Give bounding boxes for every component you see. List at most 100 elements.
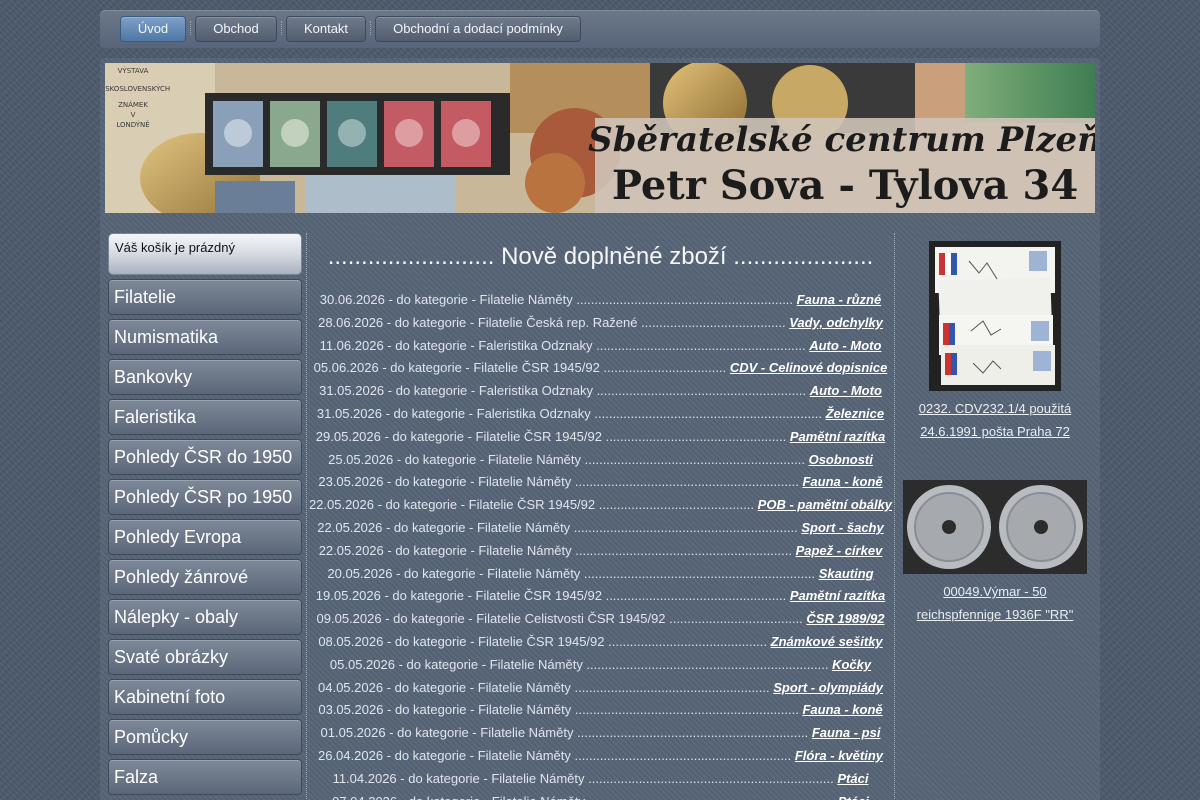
news-row-category-link[interactable]: Fauna - různé bbox=[797, 292, 882, 307]
product-link-cdv232[interactable]: 0232. CDV232.1/4 použitá 24.6.1991 pošta… bbox=[900, 397, 1090, 443]
news-row-category-link[interactable]: Vady, odchylky bbox=[789, 315, 883, 330]
news-row: 11.06.2026 - do kategorie - Faleristika … bbox=[307, 335, 894, 358]
news-row-category-link[interactable]: Fauna - psi bbox=[812, 725, 881, 740]
nav-separator bbox=[190, 21, 192, 35]
sidebar-item-numismatika[interactable]: Numismatika bbox=[108, 319, 302, 355]
nav-obchod[interactable]: Obchod bbox=[195, 16, 277, 42]
svg-text:VÝSTAVA: VÝSTAVA bbox=[118, 66, 149, 75]
news-row-text: 04.05.2026 - do kategorie - Filatelie Ná… bbox=[318, 679, 770, 695]
news-row-category-link[interactable]: POB - pamětní obálky bbox=[758, 497, 892, 512]
news-row-text: 19.05.2026 - do kategorie - Filatelie ČS… bbox=[315, 588, 787, 604]
news-row-text: 29.05.2026 - do kategorie - Filatelie ČS… bbox=[315, 428, 787, 444]
svg-text:ČESKOSLOVENSKÝCH: ČESKOSLOVENSKÝCH bbox=[105, 84, 170, 93]
news-row-text: 31.05.2026 - do kategorie - Faleristika … bbox=[316, 405, 822, 421]
svg-text:LONDÝNĚ: LONDÝNĚ bbox=[116, 120, 149, 129]
news-row-category-link[interactable]: Ptáci bbox=[838, 794, 869, 800]
sidebar-item-filatelie[interactable]: Filatelie bbox=[108, 279, 302, 315]
sidebar-item-pomucky[interactable]: Pomůcky bbox=[108, 719, 302, 755]
sidebar-item-svate-obrazky[interactable]: Svaté obrázky bbox=[108, 639, 302, 675]
news-row-text: 25.05.2026 - do kategorie - Filatelie Ná… bbox=[328, 451, 805, 467]
nav-obchodni-podminky[interactable]: Obchodní a dodací podmínky bbox=[375, 16, 581, 42]
news-row: 11.04.2026 - do kategorie - Filatelie Ná… bbox=[307, 768, 894, 791]
svg-text:ZNÁMEK: ZNÁMEK bbox=[118, 100, 148, 109]
sidebar-item-falza[interactable]: Falza bbox=[108, 759, 302, 795]
top-navigation: Úvod Obchod Kontakt Obchodní a dodací po… bbox=[100, 10, 1100, 48]
news-row: 29.05.2026 - do kategorie - Filatelie ČS… bbox=[307, 426, 894, 449]
news-row-category-link[interactable]: Pamětní razítka bbox=[790, 429, 885, 444]
nav-separator bbox=[370, 21, 372, 35]
news-row: 05.06.2026 - do kategorie - Filatelie ČS… bbox=[307, 357, 894, 380]
news-row-category-link[interactable]: ČSR 1989/92 bbox=[806, 611, 884, 626]
news-row: 19.05.2026 - do kategorie - Filatelie ČS… bbox=[307, 585, 894, 608]
cart-status: Váš košík je prázdný bbox=[108, 233, 302, 275]
news-row: 26.04.2026 - do kategorie - Filatelie Ná… bbox=[307, 745, 894, 768]
news-row: 05.05.2026 - do kategorie - Filatelie Ná… bbox=[307, 654, 894, 677]
sidebar-item-pohledy-zanrove[interactable]: Pohledy žánrové bbox=[108, 559, 302, 595]
news-row-category-link[interactable]: Sport - olympiády bbox=[773, 680, 883, 695]
news-row: 30.06.2026 - do kategorie - Filatelie Ná… bbox=[307, 289, 894, 312]
news-row-category-link[interactable]: Známkové sešitky bbox=[771, 634, 883, 649]
sidebar-item-bankovky[interactable]: Bankovky bbox=[108, 359, 302, 395]
news-row-category-link[interactable]: Skauting bbox=[819, 566, 874, 581]
news-row: 04.05.2026 - do kategorie - Filatelie Ná… bbox=[307, 677, 894, 700]
news-row-text: 26.04.2026 - do kategorie - Filatelie Ná… bbox=[317, 747, 792, 763]
news-row-category-link[interactable]: Papež - církev bbox=[796, 543, 883, 558]
sidebar: Váš košík je prázdný Filatelie Numismati… bbox=[108, 233, 302, 795]
news-row: 22.05.2026 - do kategorie - Filatelie Ná… bbox=[307, 540, 894, 563]
news-list: 30.06.2026 - do kategorie - Filatelie Ná… bbox=[307, 289, 894, 800]
news-row-category-link[interactable]: Fauna - koně bbox=[802, 474, 882, 489]
news-row-category-link[interactable]: Železnice bbox=[826, 406, 885, 421]
nav-separator bbox=[281, 21, 283, 35]
news-row-category-link[interactable]: Auto - Moto bbox=[810, 383, 882, 398]
sidebar-item-faleristika[interactable]: Faleristika bbox=[108, 399, 302, 435]
news-row-text: 11.06.2026 - do kategorie - Faleristika … bbox=[319, 337, 806, 353]
product-image-postcards[interactable] bbox=[929, 241, 1061, 391]
banner-title: Sběratelské centrum Plzeň bbox=[588, 120, 1095, 160]
main-content: ......................... Nově doplněné … bbox=[306, 233, 895, 800]
news-row: 31.05.2026 - do kategorie - Faleristika … bbox=[307, 380, 894, 403]
news-row: 03.05.2026 - do kategorie - Filatelie Ná… bbox=[307, 699, 894, 722]
news-row: 01.05.2026 - do kategorie - Filatelie Ná… bbox=[307, 722, 894, 745]
news-row: 23.05.2026 - do kategorie - Filatelie Ná… bbox=[307, 471, 894, 494]
news-row-category-link[interactable]: Sport - šachy bbox=[801, 520, 883, 535]
news-row-text: 22.05.2026 - do kategorie - Filatelie Ná… bbox=[318, 542, 792, 558]
news-row: 08.05.2026 - do kategorie - Filatelie ČS… bbox=[307, 631, 894, 654]
news-row-text: 05.06.2026 - do kategorie - Filatelie ČS… bbox=[313, 360, 727, 376]
product-link-vymar[interactable]: 00049.Výmar - 50 reichspfennige 1936F "R… bbox=[900, 580, 1090, 626]
news-row: 25.05.2026 - do kategorie - Filatelie Ná… bbox=[307, 449, 894, 472]
news-row-category-link[interactable]: Fauna - koně bbox=[802, 702, 882, 717]
page-title: ......................... Nově doplněné … bbox=[327, 243, 874, 270]
news-row: 28.06.2026 - do kategorie - Filatelie Če… bbox=[307, 312, 894, 335]
news-row-category-link[interactable]: Kočky bbox=[832, 657, 871, 672]
product-image-coins[interactable] bbox=[903, 480, 1087, 574]
news-row-category-link[interactable]: Osobnosti bbox=[809, 452, 873, 467]
news-row-text: 01.05.2026 - do kategorie - Filatelie Ná… bbox=[320, 725, 809, 741]
news-row-category-link[interactable]: Flóra - květiny bbox=[795, 748, 883, 763]
news-row-text: 23.05.2026 - do kategorie - Filatelie Ná… bbox=[318, 474, 799, 490]
featured-products: 0232. CDV232.1/4 použitá 24.6.1991 pošta… bbox=[900, 233, 1090, 626]
nav-uvod[interactable]: Úvod bbox=[120, 16, 186, 42]
news-row-text: 22.05.2026 - do kategorie - Filatelie ČS… bbox=[308, 497, 755, 513]
nav-kontakt[interactable]: Kontakt bbox=[286, 16, 366, 42]
news-row-text: 22.05.2026 - do kategorie - Filatelie Ná… bbox=[317, 519, 798, 535]
sidebar-item-pohledy-evropa[interactable]: Pohledy Evropa bbox=[108, 519, 302, 555]
sidebar-item-kabinetni-foto[interactable]: Kabinetní foto bbox=[108, 679, 302, 715]
header-banner[interactable]: VÝSTAVA ČESKOSLOVENSKÝCH ZNÁMEK V LONDÝN… bbox=[105, 63, 1095, 213]
news-row-text: 28.06.2026 - do kategorie - Filatelie Če… bbox=[318, 314, 786, 330]
news-row-text: 11.04.2026 - do kategorie - Filatelie Ná… bbox=[332, 770, 834, 786]
news-row-text: 05.05.2026 - do kategorie - Filatelie Ná… bbox=[329, 656, 829, 672]
sidebar-item-pohledy-csr-do-1950[interactable]: Pohledy ČSR do 1950 bbox=[108, 439, 302, 475]
news-row-category-link[interactable]: Ptáci bbox=[837, 771, 868, 786]
sidebar-item-nalepky-obaly[interactable]: Nálepky - obaly bbox=[108, 599, 302, 635]
news-row-category-link[interactable]: Pamětní razítka bbox=[790, 588, 885, 603]
news-row-category-link[interactable]: Auto - Moto bbox=[809, 338, 881, 353]
news-row-category-link[interactable]: CDV - Celinové dopisnice bbox=[730, 360, 887, 375]
news-row-text: 30.06.2026 - do kategorie - Filatelie Ná… bbox=[319, 292, 794, 307]
news-row: 09.05.2026 - do kategorie - Filatelie Ce… bbox=[307, 608, 894, 631]
sidebar-item-pohledy-csr-po-1950[interactable]: Pohledy ČSR po 1950 bbox=[108, 479, 302, 515]
news-row: 22.05.2026 - do kategorie - Filatelie ČS… bbox=[307, 494, 894, 517]
news-row: 20.05.2026 - do kategorie - Filatelie Ná… bbox=[307, 563, 894, 586]
banner-subtitle: Petr Sova - Tylova 34 bbox=[612, 162, 1078, 209]
news-row-text: 09.05.2026 - do kategorie - Filatelie Ce… bbox=[316, 611, 803, 627]
svg-text:V: V bbox=[131, 111, 136, 119]
